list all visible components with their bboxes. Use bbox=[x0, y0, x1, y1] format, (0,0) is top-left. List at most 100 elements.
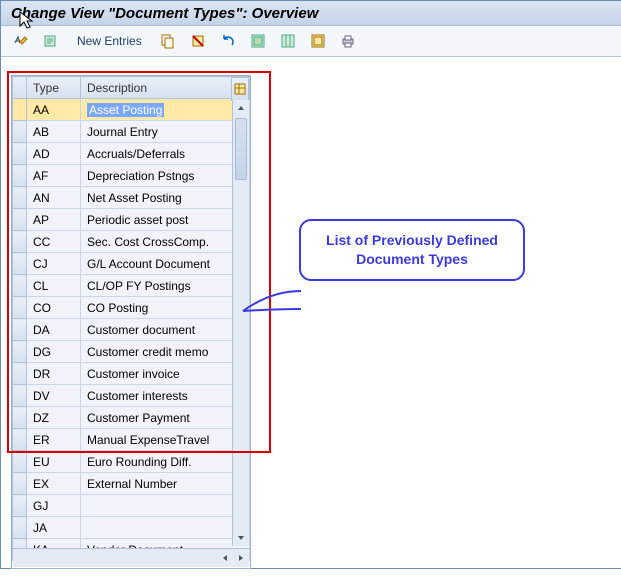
cell-type[interactable]: ER bbox=[27, 429, 81, 451]
table-row[interactable]: ADAccruals/Deferrals bbox=[13, 143, 250, 165]
row-selector[interactable] bbox=[13, 495, 27, 517]
row-selector[interactable] bbox=[13, 143, 27, 165]
row-selector[interactable] bbox=[13, 275, 27, 297]
row-selector[interactable] bbox=[13, 429, 27, 451]
row-selector[interactable] bbox=[13, 341, 27, 363]
row-selector[interactable] bbox=[13, 231, 27, 253]
cell-type[interactable]: AD bbox=[27, 143, 81, 165]
cell-type[interactable]: AP bbox=[27, 209, 81, 231]
cell-type[interactable]: DZ bbox=[27, 407, 81, 429]
row-selector[interactable] bbox=[13, 319, 27, 341]
cell-description[interactable]: CO Posting bbox=[81, 297, 250, 319]
print-button[interactable] bbox=[336, 30, 360, 52]
row-selector[interactable] bbox=[13, 297, 27, 319]
cell-description[interactable]: Sec. Cost CrossComp. bbox=[81, 231, 250, 253]
cell-type[interactable]: AB bbox=[27, 121, 81, 143]
cell-description[interactable]: Net Asset Posting bbox=[81, 187, 250, 209]
other-entry-button[interactable] bbox=[39, 30, 63, 52]
row-selector[interactable] bbox=[13, 209, 27, 231]
table-config-button[interactable] bbox=[231, 77, 249, 101]
row-selector-header[interactable] bbox=[13, 77, 27, 99]
cell-description[interactable]: Asset Posting bbox=[81, 99, 250, 121]
cell-type[interactable]: JA bbox=[27, 517, 81, 539]
row-selector[interactable] bbox=[13, 451, 27, 473]
scroll-down-button[interactable] bbox=[233, 530, 249, 546]
table-row[interactable]: AFDepreciation Pstngs bbox=[13, 165, 250, 187]
table-row[interactable]: AAAsset Posting bbox=[13, 99, 250, 121]
table-row[interactable]: ABJournal Entry bbox=[13, 121, 250, 143]
table-row[interactable]: ANNet Asset Posting bbox=[13, 187, 250, 209]
cell-type[interactable]: CJ bbox=[27, 253, 81, 275]
cell-description[interactable] bbox=[81, 495, 250, 517]
cell-type[interactable]: EU bbox=[27, 451, 81, 473]
table-row[interactable]: CCSec. Cost CrossComp. bbox=[13, 231, 250, 253]
cell-type[interactable]: DR bbox=[27, 363, 81, 385]
cell-type[interactable]: DV bbox=[27, 385, 81, 407]
table-row[interactable]: CLCL/OP FY Postings bbox=[13, 275, 250, 297]
cell-description[interactable]: Manual ExpenseTravel bbox=[81, 429, 250, 451]
cell-description[interactable]: CL/OP FY Postings bbox=[81, 275, 250, 297]
cell-description[interactable]: Customer Payment bbox=[81, 407, 250, 429]
cell-type[interactable]: CL bbox=[27, 275, 81, 297]
cell-type[interactable]: CO bbox=[27, 297, 81, 319]
row-selector[interactable] bbox=[13, 253, 27, 275]
table-row[interactable]: APPeriodic asset post bbox=[13, 209, 250, 231]
undo-button[interactable] bbox=[216, 30, 240, 52]
row-selector[interactable] bbox=[13, 121, 27, 143]
scroll-right-button[interactable] bbox=[233, 549, 249, 567]
toggle-change-display-button[interactable] bbox=[9, 30, 33, 52]
table-row[interactable]: DGCustomer credit memo bbox=[13, 341, 250, 363]
cell-description[interactable]: Euro Rounding Diff. bbox=[81, 451, 250, 473]
row-selector[interactable] bbox=[13, 363, 27, 385]
cell-type[interactable]: AF bbox=[27, 165, 81, 187]
table-row[interactable]: COCO Posting bbox=[13, 297, 250, 319]
cell-description[interactable]: Customer interests bbox=[81, 385, 250, 407]
table-row[interactable]: EXExternal Number bbox=[13, 473, 250, 495]
row-selector[interactable] bbox=[13, 187, 27, 209]
cell-description[interactable]: Customer invoice bbox=[81, 363, 250, 385]
table-row[interactable]: JA bbox=[13, 517, 250, 539]
table-row[interactable]: CJG/L Account Document bbox=[13, 253, 250, 275]
scroll-left-button[interactable] bbox=[217, 549, 233, 567]
select-block-button[interactable] bbox=[276, 30, 300, 52]
column-header-description[interactable]: Description bbox=[81, 77, 250, 99]
copy-as-button[interactable] bbox=[156, 30, 180, 52]
cell-type[interactable]: DG bbox=[27, 341, 81, 363]
cell-description[interactable] bbox=[81, 517, 250, 539]
table-row[interactable]: ERManual ExpenseTravel bbox=[13, 429, 250, 451]
table-row[interactable]: DRCustomer invoice bbox=[13, 363, 250, 385]
cell-description[interactable]: External Number bbox=[81, 473, 250, 495]
row-selector[interactable] bbox=[13, 165, 27, 187]
row-selector[interactable] bbox=[13, 407, 27, 429]
horizontal-scrollbar[interactable] bbox=[13, 548, 249, 567]
select-all-button[interactable] bbox=[246, 30, 270, 52]
row-selector[interactable] bbox=[13, 517, 27, 539]
cell-description[interactable]: Accruals/Deferrals bbox=[81, 143, 250, 165]
cell-description[interactable]: Journal Entry bbox=[81, 121, 250, 143]
cell-description[interactable]: G/L Account Document bbox=[81, 253, 250, 275]
vertical-scrollbar[interactable] bbox=[232, 100, 249, 546]
cell-type[interactable]: AA bbox=[27, 99, 81, 121]
scroll-thumb[interactable] bbox=[235, 118, 247, 180]
cell-type[interactable]: AN bbox=[27, 187, 81, 209]
delete-button[interactable] bbox=[186, 30, 210, 52]
column-header-type[interactable]: Type bbox=[27, 77, 81, 99]
table-row[interactable]: EUEuro Rounding Diff. bbox=[13, 451, 250, 473]
deselect-all-button[interactable] bbox=[306, 30, 330, 52]
cell-description[interactable]: Customer credit memo bbox=[81, 341, 250, 363]
cell-description[interactable]: Depreciation Pstngs bbox=[81, 165, 250, 187]
cell-type[interactable]: CC bbox=[27, 231, 81, 253]
row-selector[interactable] bbox=[13, 99, 27, 121]
table-row[interactable]: GJ bbox=[13, 495, 250, 517]
scroll-up-button[interactable] bbox=[233, 100, 249, 116]
new-entries-button[interactable]: New Entries bbox=[69, 30, 150, 52]
row-selector[interactable] bbox=[13, 385, 27, 407]
cell-type[interactable]: EX bbox=[27, 473, 81, 495]
row-selector[interactable] bbox=[13, 473, 27, 495]
cell-description[interactable]: Periodic asset post bbox=[81, 209, 250, 231]
table-row[interactable]: DZCustomer Payment bbox=[13, 407, 250, 429]
table-row[interactable]: DACustomer document bbox=[13, 319, 250, 341]
cell-type[interactable]: GJ bbox=[27, 495, 81, 517]
table-row[interactable]: DVCustomer interests bbox=[13, 385, 250, 407]
cell-type[interactable]: DA bbox=[27, 319, 81, 341]
